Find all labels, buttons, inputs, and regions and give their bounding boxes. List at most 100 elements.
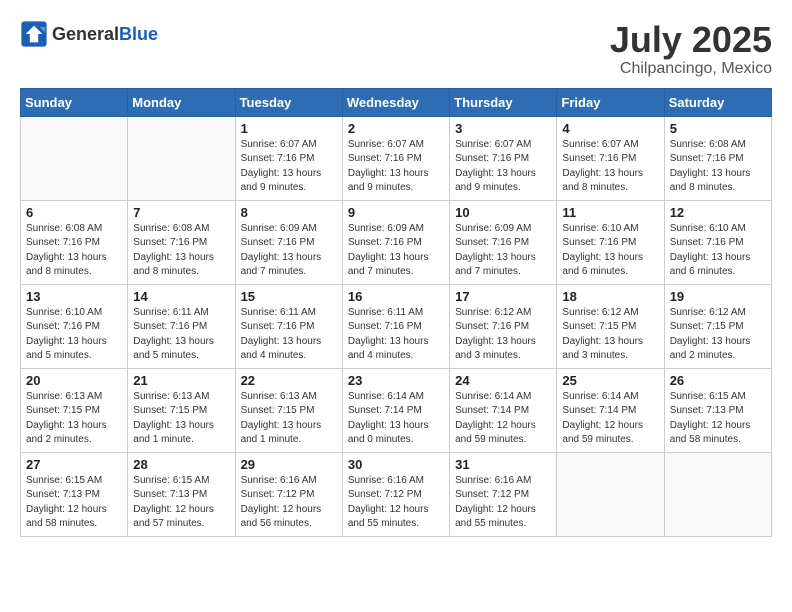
day-number: 5 xyxy=(670,121,766,136)
logo-icon xyxy=(20,20,48,48)
day-number: 4 xyxy=(562,121,658,136)
day-number: 22 xyxy=(241,373,337,388)
logo-text-blue: Blue xyxy=(119,24,158,44)
calendar-day-cell: 29Sunrise: 6:16 AM Sunset: 7:12 PM Dayli… xyxy=(235,452,342,536)
day-info: Sunrise: 6:10 AM Sunset: 7:16 PM Dayligh… xyxy=(670,222,766,280)
calendar-day-cell: 28Sunrise: 6:15 AM Sunset: 7:13 PM Dayli… xyxy=(128,452,235,536)
day-number: 10 xyxy=(455,205,551,220)
day-info: Sunrise: 6:12 AM Sunset: 7:16 PM Dayligh… xyxy=(455,306,551,364)
calendar-day-cell: 22 Sunrise: 6:13 AM Sunset: 7:15 PM Dayli… xyxy=(235,368,342,452)
day-info: Sunrise: 6:14 AM Sunset: 7:14 PM Dayligh… xyxy=(455,390,551,448)
day-info: Sunrise: 6:16 AM Sunset: 7:12 PM Dayligh… xyxy=(241,474,337,532)
day-number: 9 xyxy=(348,205,444,220)
day-info: Sunrise: 6:08 AM Sunset: 7:16 PM Dayligh… xyxy=(133,222,229,280)
calendar: SundayMondayTuesdayWednesdayThursdayFrid… xyxy=(20,88,772,537)
logo: GeneralBlue xyxy=(20,20,158,48)
calendar-day-cell: 17Sunrise: 6:12 AM Sunset: 7:16 PM Dayli… xyxy=(450,284,557,368)
calendar-week-row: 20 Sunrise: 6:13 AM Sunset: 7:15 PM Dayli… xyxy=(21,368,772,452)
calendar-day-cell: 25 Sunrise: 6:14 AM Sunset: 7:14 PM Dayli… xyxy=(557,368,664,452)
day-info: Sunrise: 6:07 AM Sunset: 7:16 PM Dayligh… xyxy=(241,138,337,196)
calendar-day-cell xyxy=(664,452,771,536)
day-number: 21 xyxy=(133,373,229,388)
day-info: Sunrise: 6:07 AM Sunset: 7:16 PM Dayligh… xyxy=(562,138,658,196)
day-number: 1 xyxy=(241,121,337,136)
day-info: Sunrise: 6:15 AM Sunset: 7:13 PM Dayligh… xyxy=(670,390,766,448)
day-number: 7 xyxy=(133,205,229,220)
day-info: Sunrise: 6:16 AM Sunset: 7:12 PM Dayligh… xyxy=(348,474,444,532)
calendar-day-cell: 1 Sunrise: 6:07 AM Sunset: 7:16 PM Daylig… xyxy=(235,116,342,200)
day-number: 31 xyxy=(455,457,551,472)
calendar-day-cell: 4 Sunrise: 6:07 AM Sunset: 7:16 PM Daylig… xyxy=(557,116,664,200)
day-info: Sunrise: 6:13 AM Sunset: 7:15 PM Dayligh… xyxy=(241,390,337,448)
day-info: Sunrise: 6:10 AM Sunset: 7:16 PM Dayligh… xyxy=(562,222,658,280)
day-number: 23 xyxy=(348,373,444,388)
logo-text-general: General xyxy=(52,24,119,44)
calendar-day-cell: 30 Sunrise: 6:16 AM Sunset: 7:12 PM Dayli… xyxy=(342,452,449,536)
calendar-day-cell: 27 Sunrise: 6:15 AM Sunset: 7:13 PM Dayli… xyxy=(21,452,128,536)
day-number: 30 xyxy=(348,457,444,472)
weekday-header: Monday xyxy=(128,88,235,116)
calendar-day-cell: 18Sunrise: 6:12 AM Sunset: 7:15 PM Dayli… xyxy=(557,284,664,368)
day-info: Sunrise: 6:15 AM Sunset: 7:13 PM Dayligh… xyxy=(133,474,229,532)
month-title: July 2025 xyxy=(610,20,772,60)
day-info: Sunrise: 6:16 AM Sunset: 7:12 PM Dayligh… xyxy=(455,474,551,532)
day-number: 20 xyxy=(26,373,122,388)
calendar-day-cell: 7 Sunrise: 6:08 AM Sunset: 7:16 PM Daylig… xyxy=(128,200,235,284)
page-header: GeneralBlue July 2025 Chilpancingo, Mexi… xyxy=(20,20,772,78)
calendar-day-cell: 3 Sunrise: 6:07 AM Sunset: 7:16 PM Daylig… xyxy=(450,116,557,200)
calendar-day-cell xyxy=(21,116,128,200)
day-info: Sunrise: 6:15 AM Sunset: 7:13 PM Dayligh… xyxy=(26,474,122,532)
day-info: Sunrise: 6:11 AM Sunset: 7:16 PM Dayligh… xyxy=(348,306,444,364)
calendar-header-row: SundayMondayTuesdayWednesdayThursdayFrid… xyxy=(21,88,772,116)
day-number: 12 xyxy=(670,205,766,220)
weekday-header: Wednesday xyxy=(342,88,449,116)
day-number: 11 xyxy=(562,205,658,220)
weekday-header: Friday xyxy=(557,88,664,116)
day-number: 27 xyxy=(26,457,122,472)
calendar-day-cell: 11 Sunrise: 6:10 AM Sunset: 7:16 PM Dayli… xyxy=(557,200,664,284)
weekday-header: Saturday xyxy=(664,88,771,116)
weekday-header: Tuesday xyxy=(235,88,342,116)
day-number: 24 xyxy=(455,373,551,388)
calendar-day-cell: 6 Sunrise: 6:08 AM Sunset: 7:16 PM Daylig… xyxy=(21,200,128,284)
day-info: Sunrise: 6:13 AM Sunset: 7:15 PM Dayligh… xyxy=(26,390,122,448)
day-info: Sunrise: 6:09 AM Sunset: 7:16 PM Dayligh… xyxy=(455,222,551,280)
day-number: 6 xyxy=(26,205,122,220)
calendar-day-cell: 15 Sunrise: 6:11 AM Sunset: 7:16 PM Dayli… xyxy=(235,284,342,368)
day-number: 25 xyxy=(562,373,658,388)
day-number: 3 xyxy=(455,121,551,136)
day-number: 2 xyxy=(348,121,444,136)
calendar-day-cell: 5Sunrise: 6:08 AM Sunset: 7:16 PM Daylig… xyxy=(664,116,771,200)
calendar-day-cell: 13Sunrise: 6:10 AM Sunset: 7:16 PM Dayli… xyxy=(21,284,128,368)
calendar-day-cell xyxy=(557,452,664,536)
location-title: Chilpancingo, Mexico xyxy=(610,60,772,78)
day-number: 16 xyxy=(348,289,444,304)
day-number: 15 xyxy=(241,289,337,304)
calendar-day-cell: 10 Sunrise: 6:09 AM Sunset: 7:16 PM Dayli… xyxy=(450,200,557,284)
day-info: Sunrise: 6:12 AM Sunset: 7:15 PM Dayligh… xyxy=(562,306,658,364)
calendar-day-cell xyxy=(128,116,235,200)
day-info: Sunrise: 6:08 AM Sunset: 7:16 PM Dayligh… xyxy=(26,222,122,280)
day-info: Sunrise: 6:07 AM Sunset: 7:16 PM Dayligh… xyxy=(348,138,444,196)
calendar-week-row: 13Sunrise: 6:10 AM Sunset: 7:16 PM Dayli… xyxy=(21,284,772,368)
day-info: Sunrise: 6:14 AM Sunset: 7:14 PM Dayligh… xyxy=(562,390,658,448)
calendar-day-cell: 2 Sunrise: 6:07 AM Sunset: 7:16 PM Daylig… xyxy=(342,116,449,200)
day-info: Sunrise: 6:09 AM Sunset: 7:16 PM Dayligh… xyxy=(348,222,444,280)
calendar-week-row: 1 Sunrise: 6:07 AM Sunset: 7:16 PM Daylig… xyxy=(21,116,772,200)
calendar-day-cell: 19Sunrise: 6:12 AM Sunset: 7:15 PM Dayli… xyxy=(664,284,771,368)
calendar-day-cell: 20 Sunrise: 6:13 AM Sunset: 7:15 PM Dayli… xyxy=(21,368,128,452)
day-info: Sunrise: 6:11 AM Sunset: 7:16 PM Dayligh… xyxy=(241,306,337,364)
calendar-day-cell: 26Sunrise: 6:15 AM Sunset: 7:13 PM Dayli… xyxy=(664,368,771,452)
calendar-week-row: 6 Sunrise: 6:08 AM Sunset: 7:16 PM Daylig… xyxy=(21,200,772,284)
day-number: 14 xyxy=(133,289,229,304)
calendar-day-cell: 9 Sunrise: 6:09 AM Sunset: 7:16 PM Daylig… xyxy=(342,200,449,284)
day-info: Sunrise: 6:13 AM Sunset: 7:15 PM Dayligh… xyxy=(133,390,229,448)
calendar-day-cell: 31 Sunrise: 6:16 AM Sunset: 7:12 PM Dayli… xyxy=(450,452,557,536)
day-info: Sunrise: 6:07 AM Sunset: 7:16 PM Dayligh… xyxy=(455,138,551,196)
weekday-header: Thursday xyxy=(450,88,557,116)
title-block: July 2025 Chilpancingo, Mexico xyxy=(610,20,772,78)
day-number: 19 xyxy=(670,289,766,304)
calendar-week-row: 27 Sunrise: 6:15 AM Sunset: 7:13 PM Dayli… xyxy=(21,452,772,536)
day-info: Sunrise: 6:14 AM Sunset: 7:14 PM Dayligh… xyxy=(348,390,444,448)
day-number: 13 xyxy=(26,289,122,304)
